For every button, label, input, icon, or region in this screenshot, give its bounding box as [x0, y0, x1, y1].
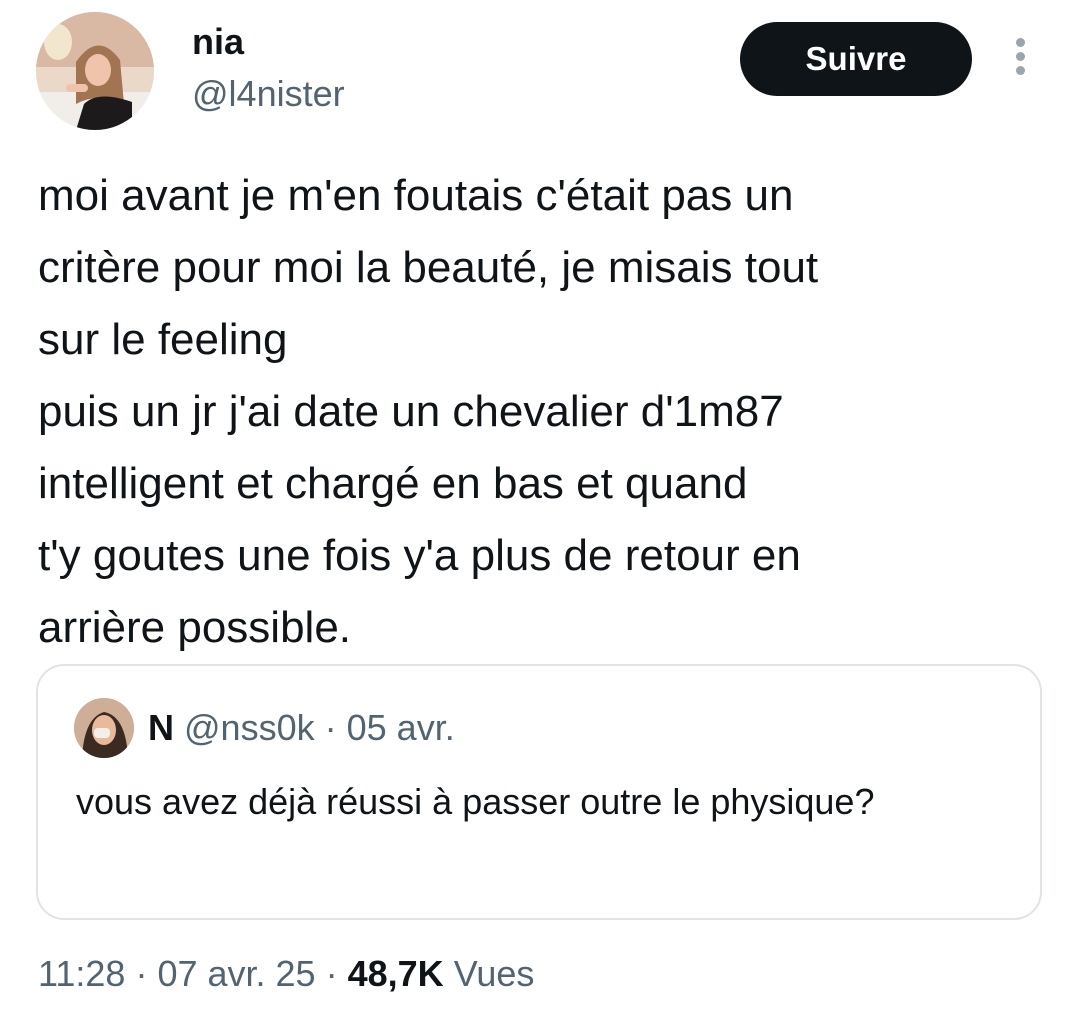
quoted-header-separator: · — [324, 707, 337, 748]
meta-separator: · — [325, 953, 338, 994]
quoted-tweet-date[interactable]: 05 avr. — [347, 707, 455, 748]
author-avatar[interactable] — [36, 12, 154, 130]
author-handle[interactable]: @l4nister — [192, 72, 345, 116]
vertical-ellipsis-icon-dot — [1015, 66, 1025, 75]
follow-button[interactable]: Suivre — [740, 22, 972, 96]
tweet-time[interactable]: 11:28 — [38, 953, 125, 994]
author-avatar-image — [36, 12, 154, 130]
vertical-ellipsis-icon — [1015, 38, 1025, 47]
quoted-tweet-text: vous avez déjà réussi à passer outre le … — [76, 781, 875, 822]
vertical-ellipsis-icon-dot — [1015, 52, 1025, 61]
views-label: Vues — [453, 953, 535, 994]
more-options-button[interactable] — [1004, 38, 1036, 82]
tweet-text: moi avant je m'en foutais c'était pas un… — [38, 171, 819, 652]
quoted-tweet-card[interactable]: N @nss0k · 05 avr. vous avez déjà réussi… — [36, 664, 1042, 920]
quoted-author-name[interactable]: N — [148, 707, 174, 748]
tweet-date[interactable]: 07 avr. 25 — [157, 953, 315, 994]
views-count: 48,7K — [347, 953, 444, 994]
author-display-name[interactable]: nia — [192, 20, 244, 64]
quoted-author-avatar-image — [74, 698, 134, 758]
quoted-author-handle[interactable]: @nss0k — [184, 707, 315, 748]
meta-separator: · — [135, 953, 148, 994]
tweet-meta: 11:28 · 07 avr. 25 · 48,7K Vues — [38, 946, 534, 1002]
quoted-tweet-header: N @nss0k · 05 avr. — [148, 704, 455, 752]
quoted-author-avatar[interactable] — [74, 698, 134, 758]
